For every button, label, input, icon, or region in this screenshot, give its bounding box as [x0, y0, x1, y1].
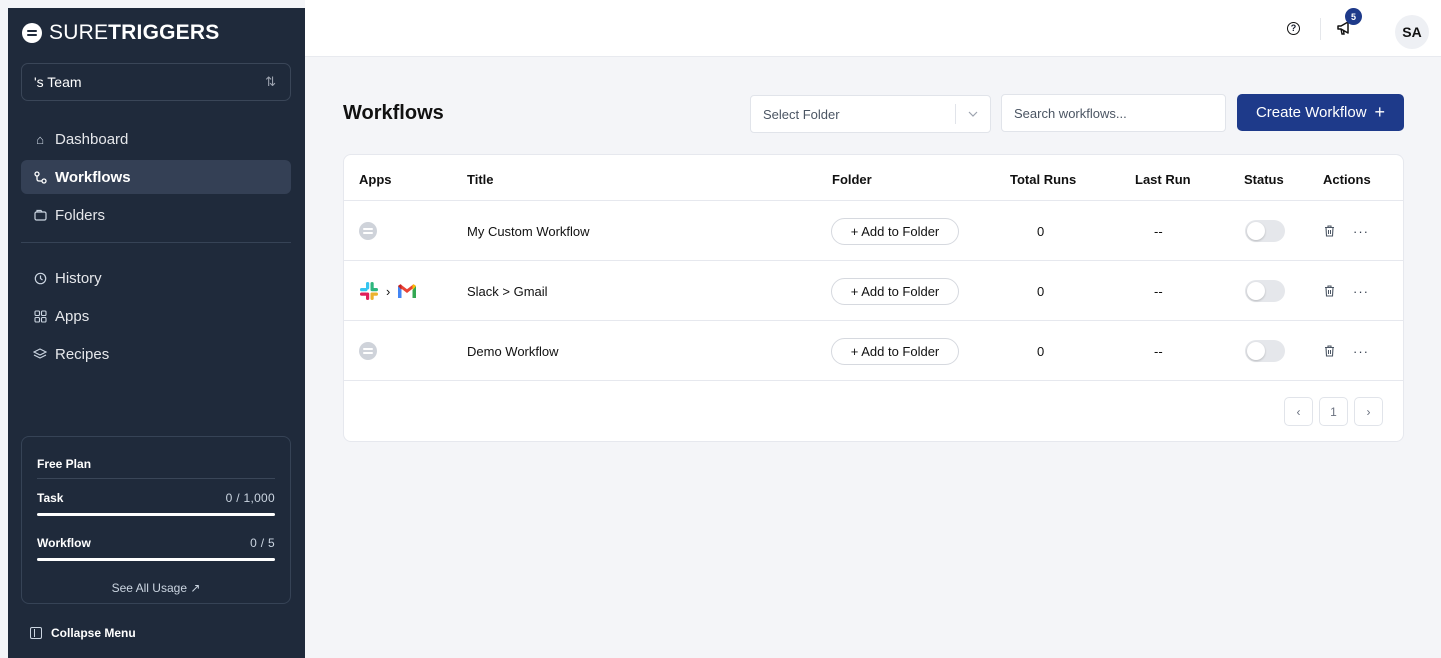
workflow-icon: [33, 170, 47, 184]
row-status: [1245, 261, 1285, 321]
row-title[interactable]: My Custom Workflow: [467, 201, 590, 261]
header-last-run: Last Run: [1135, 172, 1191, 187]
header-folder: Folder: [832, 172, 872, 187]
add-to-folder-button[interactable]: + Add to Folder: [831, 337, 959, 365]
row-total-runs: 0: [1037, 343, 1045, 359]
row-actions: ···: [1324, 261, 1369, 321]
brand-name: SURETRIGGERS: [49, 21, 220, 44]
status-toggle[interactable]: [1245, 340, 1285, 362]
plan-title: Free Plan: [37, 457, 275, 479]
row-last-run: --: [1154, 283, 1163, 299]
sidebar-item-dashboard[interactable]: ⌂ Dashboard: [21, 122, 291, 156]
row-total-runs: 0: [1037, 283, 1045, 299]
trash-icon[interactable]: [1324, 345, 1335, 357]
workflow-usage-row: Workflow 0 / 5: [37, 536, 275, 550]
sidebar-item-recipes[interactable]: Recipes: [21, 337, 291, 371]
top-bar: ? 5 SA: [305, 0, 1441, 57]
row-folder: + Add to Folder: [831, 321, 959, 381]
pagination: ‹ 1 ›: [1284, 397, 1383, 426]
row-title[interactable]: Slack > Gmail: [467, 261, 548, 321]
folder-icon: [33, 209, 47, 221]
plus-icon: +: [1374, 102, 1386, 122]
pagination-prev-button[interactable]: ‹: [1284, 397, 1313, 426]
row-apps: ›: [359, 261, 417, 321]
sidebar-item-folders[interactable]: Folders: [21, 198, 291, 232]
status-toggle[interactable]: [1245, 280, 1285, 302]
row-total-runs: 0: [1037, 223, 1045, 239]
chevron-down-icon: [956, 108, 990, 120]
chevron-right-icon: ›: [386, 283, 391, 299]
table-row[interactable]: My Custom Workflow + Add to Folder 0 -- …: [344, 201, 1403, 261]
gmail-icon: [398, 284, 417, 298]
row-apps: [359, 201, 377, 261]
folder-select[interactable]: Select Folder: [750, 95, 991, 133]
row-last-run: --: [1154, 343, 1163, 359]
history-icon: [33, 272, 47, 285]
layers-icon: [33, 347, 47, 361]
row-status: [1245, 201, 1285, 261]
add-to-folder-button[interactable]: + Add to Folder: [831, 217, 959, 245]
header-actions: Actions: [1323, 172, 1371, 187]
row-status: [1245, 321, 1285, 381]
brand-logo[interactable]: SURETRIGGERS: [22, 21, 219, 45]
team-name: 's Team: [34, 74, 82, 90]
more-options-icon[interactable]: ···: [1353, 284, 1369, 299]
team-switcher[interactable]: 's Team ⇅: [21, 63, 291, 101]
app-chain: ›: [359, 281, 417, 301]
sidebar-collapse-icon: [30, 627, 42, 639]
row-actions: ···: [1324, 321, 1369, 381]
header-total-runs: Total Runs: [1010, 172, 1077, 187]
sidebar: SURETRIGGERS 's Team ⇅ ⌂ Dashboard Workf…: [8, 8, 305, 658]
main-nav: ⌂ Dashboard Workflows Folders: [21, 122, 291, 236]
more-options-icon[interactable]: ···: [1353, 344, 1369, 359]
trash-icon[interactable]: [1324, 225, 1335, 237]
search-workflows-input[interactable]: [1001, 94, 1226, 132]
see-all-usage-link[interactable]: See All Usage ↗: [37, 581, 275, 595]
notification-count-badge: 5: [1345, 8, 1362, 25]
slack-icon: [360, 282, 378, 300]
generic-app-icon: [359, 222, 377, 240]
suretriggers-logo-icon: [22, 23, 42, 43]
pagination-page-button[interactable]: 1: [1319, 397, 1348, 426]
user-avatar[interactable]: SA: [1395, 15, 1429, 49]
row-last-run: --: [1154, 223, 1163, 239]
header-apps: Apps: [359, 172, 392, 187]
sidebar-item-history[interactable]: History: [21, 261, 291, 295]
row-apps: [359, 321, 377, 381]
page-title: Workflows: [343, 102, 444, 124]
topbar-divider: [1320, 18, 1321, 40]
table-header: Apps Title Folder Total Runs Last Run St…: [344, 155, 1403, 201]
switch-arrows-icon: ⇅: [265, 74, 276, 89]
row-title[interactable]: Demo Workflow: [467, 321, 559, 381]
task-usage-row: Task 0 / 1,000: [37, 491, 275, 505]
folder-select-placeholder: Select Folder: [763, 106, 840, 122]
trash-icon[interactable]: [1324, 285, 1335, 297]
row-folder: + Add to Folder: [831, 201, 959, 261]
pagination-next-button[interactable]: ›: [1354, 397, 1383, 426]
row-folder: + Add to Folder: [831, 261, 959, 321]
generic-app-icon: [359, 342, 377, 360]
sidebar-item-workflows[interactable]: Workflows: [21, 160, 291, 194]
collapse-menu-button[interactable]: Collapse Menu: [30, 626, 136, 640]
add-to-folder-button[interactable]: + Add to Folder: [831, 277, 959, 305]
table-row[interactable]: Demo Workflow + Add to Folder 0 -- ···: [344, 321, 1403, 381]
plan-usage-card: Free Plan Task 0 / 1,000 Workflow 0 / 5 …: [21, 436, 291, 604]
help-circle-icon[interactable]: ?: [1287, 22, 1300, 35]
workflows-table: Apps Title Folder Total Runs Last Run St…: [343, 154, 1404, 442]
more-options-icon[interactable]: ···: [1353, 224, 1369, 239]
header-status: Status: [1244, 172, 1284, 187]
workflow-usage-bar: [37, 558, 275, 561]
home-icon: ⌂: [36, 131, 44, 147]
nav-divider: [21, 242, 291, 243]
sidebar-item-apps[interactable]: Apps: [21, 299, 291, 333]
header-title: Title: [467, 172, 494, 187]
table-row[interactable]: › Slack > Gmail + Add to Folder 0 -- ···: [344, 261, 1403, 321]
apps-grid-icon: [33, 309, 47, 323]
secondary-nav: History Apps Recipes: [21, 261, 291, 375]
row-actions: ···: [1324, 201, 1369, 261]
status-toggle[interactable]: [1245, 220, 1285, 242]
task-usage-bar: [37, 513, 275, 516]
create-workflow-button[interactable]: Create Workflow +: [1237, 94, 1404, 131]
